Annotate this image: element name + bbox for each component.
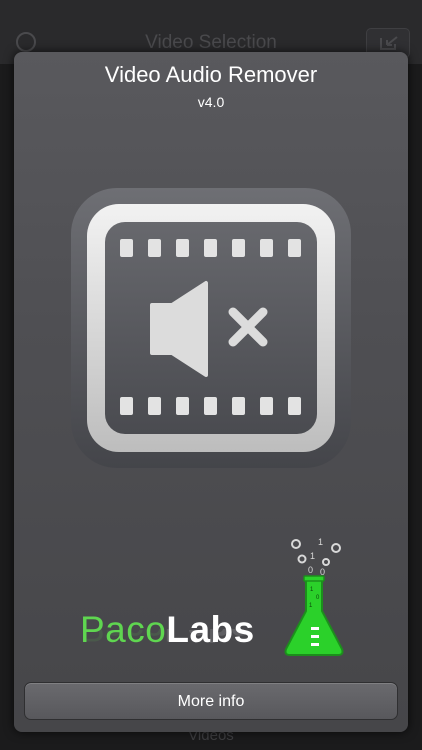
nav-title: Video Selection: [145, 32, 277, 53]
binary-digit: 1: [310, 551, 315, 561]
about-panel: Video Audio Remover v4.0 PacoLabs 1 1 0 …: [14, 52, 408, 732]
binary-digit: 1: [318, 537, 323, 547]
app-version: v4.0: [197, 94, 225, 110]
flask-icon: 1 1 0 0 1 0 1: [284, 537, 344, 656]
more-info-button[interactable]: More info: [24, 682, 398, 720]
app-screen: Video Selection Videos Video Audio Remov…: [0, 0, 422, 750]
binary-digit: 0: [308, 565, 313, 575]
film-strip-muted-speaker-icon: [71, 188, 351, 468]
brand-reflection: PacoLabs: [80, 629, 251, 649]
pacolabs-logo: PacoLabs PacoLabs 1 1 0 0: [80, 537, 350, 672]
app-title: Video Audio Remover: [104, 62, 318, 87]
